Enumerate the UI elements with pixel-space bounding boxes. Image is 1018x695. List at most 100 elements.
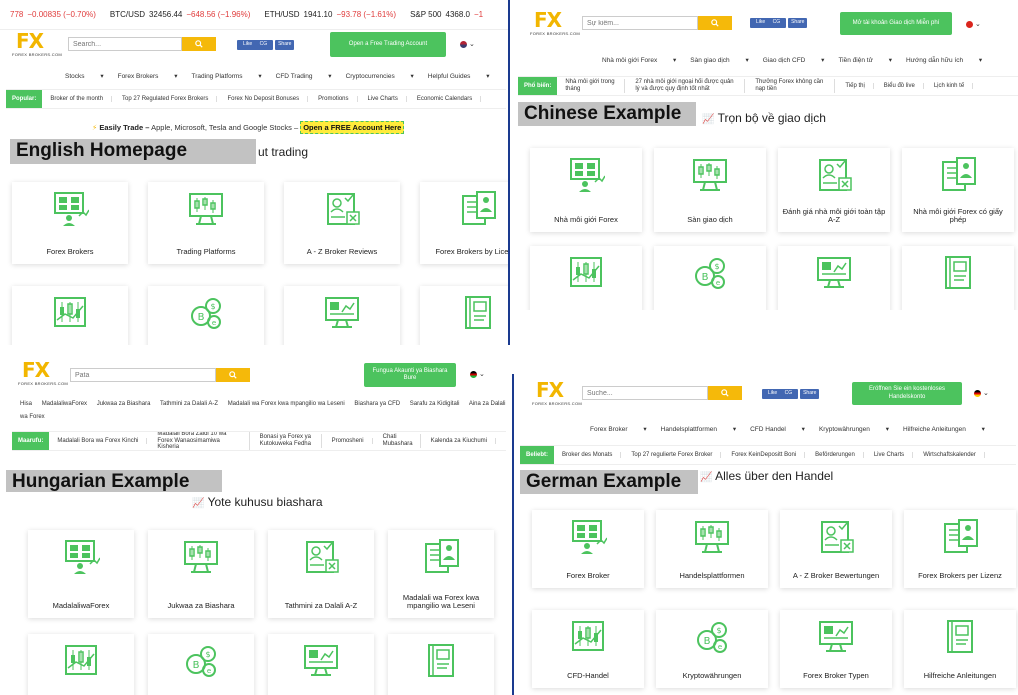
language-selector[interactable]: ⌄ xyxy=(974,389,989,397)
nav-item[interactable]: Helpful Guides ▾ xyxy=(428,72,490,80)
language-selector[interactable]: ⌄ xyxy=(460,40,475,48)
nav-item[interactable]: Hướng dẫn hữu ích ▾ xyxy=(906,56,982,64)
popular-link[interactable]: Top 27 Regulated Forex Brokers xyxy=(122,95,218,103)
popular-link[interactable]: Live Charts xyxy=(368,95,407,103)
facebook-like-button[interactable]: Like CG xyxy=(762,389,799,399)
category-card[interactable]: Nhà môi giới Forex xyxy=(530,148,642,232)
popular-link[interactable]: Madalali Bora wa Forex Kinchi xyxy=(57,437,148,445)
popular-link[interactable]: Tiếp thị xyxy=(845,82,874,90)
category-card[interactable]: Trading Platforms xyxy=(148,182,264,264)
nav-item[interactable]: Handelsplattformen ▾ xyxy=(661,425,736,433)
search-button[interactable] xyxy=(182,37,216,51)
nav-item[interactable]: MadalaliwaForex xyxy=(42,401,87,407)
nav-item[interactable]: Giao dịch CFD ▾ xyxy=(763,56,825,64)
search-input[interactable] xyxy=(68,37,182,51)
category-card[interactable]: Sàn giao dịch xyxy=(654,148,766,232)
site-logo[interactable]: FX FOREX BROKERS.COM xyxy=(530,8,580,38)
ticker-item[interactable]: 778 −0.00835 (−0.70%) xyxy=(10,10,96,19)
ticker-item[interactable]: S&P 500 4368.0 −1 xyxy=(410,10,483,19)
category-card[interactable]: Biashara ya CFD xyxy=(28,634,134,695)
popular-link[interactable]: Kalenda za Kiuchumi xyxy=(431,437,496,445)
share-button[interactable]: Share xyxy=(800,389,820,399)
category-card[interactable]: Jukwaa za Biashara xyxy=(148,530,254,618)
popular-link[interactable]: Bonasi ya Forex ya Kutokuweka Fedha xyxy=(260,434,322,448)
popular-link[interactable]: Beförderungen xyxy=(815,451,864,459)
category-card[interactable]: CFD-Handel xyxy=(532,610,644,688)
popular-link[interactable]: Wirtschaftskalender xyxy=(923,451,985,459)
nav-item[interactable]: CFD Handel ▾ xyxy=(750,425,805,433)
site-logo[interactable]: FX FOREX BROKERS.COM xyxy=(532,378,582,408)
search-input[interactable] xyxy=(582,16,698,30)
popular-link[interactable]: Economic Calendars xyxy=(417,95,482,103)
search-button[interactable] xyxy=(216,368,250,382)
category-card[interactable]: Nhà môi giới Forex có giấy phép xyxy=(902,148,1014,232)
nav-item[interactable]: Sàn giao dịch ▾ xyxy=(690,56,748,64)
nav-item[interactable]: Stocks ▾ xyxy=(65,72,104,80)
popular-link[interactable]: Promotions xyxy=(318,95,358,103)
nav-item[interactable]: Tathmini za Dalali A-Z xyxy=(160,401,218,407)
nav-item[interactable]: Cryptocurrencies ▾ xyxy=(346,72,414,80)
category-card[interactable]: Aina za Dalali wa Forex xyxy=(268,634,374,695)
search-input[interactable] xyxy=(582,386,708,400)
popular-link[interactable]: Lịch kinh tế xyxy=(934,82,974,90)
category-card[interactable]: Giao dịch CFD xyxy=(530,246,642,310)
share-button[interactable]: Share xyxy=(275,40,295,50)
category-card[interactable]: B$eSarafu za Kidigitali xyxy=(148,634,254,695)
popular-link[interactable]: Thưởng Forex không cần nạp tiền xyxy=(755,79,836,93)
popular-link[interactable]: Biểu đồ live xyxy=(884,82,924,90)
category-card[interactable]: Forex Broker Typen xyxy=(780,610,892,688)
open-free-account-link[interactable]: Open a FREE Account Here xyxy=(300,121,405,134)
category-card[interactable]: CFD Trading xyxy=(12,286,128,345)
popular-link[interactable]: Forex KeinDepositt Boni xyxy=(731,451,806,459)
category-card[interactable]: Forex Broker xyxy=(532,510,644,588)
facebook-like-button[interactable]: Like CG xyxy=(237,40,274,50)
search-button[interactable] xyxy=(708,386,742,400)
popular-link[interactable]: 27 nhà môi giới ngoại hối được quản lý v… xyxy=(635,79,746,93)
nav-item[interactable]: Forex Brokers ▾ xyxy=(118,72,178,80)
category-card[interactable]: MadalaliwaForex xyxy=(28,530,134,618)
popular-link[interactable]: Promosheni xyxy=(332,437,373,445)
ticker-item[interactable]: BTC/USD 32456.44 −648.56 (−1.96%) xyxy=(110,10,251,19)
popular-link[interactable]: Top 27 regulierte Forex Broker xyxy=(631,451,722,459)
category-card[interactable]: Phân loại nhà môi giới xyxy=(778,246,890,310)
popular-link[interactable]: Broker of the month xyxy=(50,95,113,103)
category-card[interactable]: Hilfreiche Anleitungen xyxy=(904,610,1016,688)
search-input[interactable] xyxy=(70,368,216,382)
nav-item[interactable]: Kryptowährungen ▾ xyxy=(819,425,889,433)
site-logo[interactable]: FX FOREX BROKERS.COM xyxy=(18,358,68,388)
nav-item[interactable]: CFD Trading ▾ xyxy=(276,72,332,80)
nav-item[interactable]: Sarafu za Kidigitali xyxy=(410,401,460,407)
category-card[interactable]: Madalali wa Forex kwa mpangilio wa Lesen… xyxy=(388,530,494,618)
popular-link[interactable]: Chati Mubashara xyxy=(383,434,421,448)
site-logo[interactable]: FX FOREX BROKERS.COM xyxy=(12,29,62,59)
popular-link[interactable]: Broker des Monats xyxy=(562,451,622,459)
category-card[interactable]: B $ e Kryptowährungen xyxy=(656,610,768,688)
category-card[interactable]: Forex Broker Types xyxy=(284,286,400,345)
language-selector[interactable]: ⌄ xyxy=(966,20,981,28)
facebook-like-button[interactable]: Like CG xyxy=(750,18,787,28)
category-card[interactable]: Forex Brokers by License xyxy=(420,182,508,264)
popular-link[interactable]: Forex No Deposit Bonuses xyxy=(227,95,309,103)
category-card[interactable]: Mlongozo xyxy=(388,634,494,695)
share-button[interactable]: Share xyxy=(788,18,808,28)
category-card[interactable]: Forex Brokers xyxy=(12,182,128,264)
category-card[interactable]: A - Z Broker Reviews xyxy=(284,182,400,264)
language-selector[interactable]: ⌄ xyxy=(470,370,485,378)
nav-item[interactable]: Jukwaa za Biashara xyxy=(97,401,151,407)
category-card[interactable]: A - Z Broker Bewertungen xyxy=(780,510,892,588)
open-account-button[interactable]: Eröffnen Sie ein kostenloses Handelskont… xyxy=(852,382,962,405)
popular-link[interactable]: Nhà môi giới trong tháng xyxy=(565,79,626,93)
category-card[interactable]: B$eCryptocurrencies xyxy=(148,286,264,345)
nav-item[interactable]: Tiền điện tử ▾ xyxy=(838,56,892,64)
popular-link[interactable]: Madalali Bora Zaidi 10 wa Forex Wanaosim… xyxy=(157,432,250,450)
nav-item[interactable]: Trading Platforms ▾ xyxy=(192,72,262,80)
category-card[interactable]: Forex Brokers per Lizenz xyxy=(904,510,1016,588)
open-account-button[interactable]: Open a Free Trading Account xyxy=(330,32,446,57)
nav-item[interactable]: Madalali wa Forex kwa mpangilio wa Lesen… xyxy=(228,401,345,407)
ticker-item[interactable]: ETH/USD 1941.10 −93.78 (−1.61%) xyxy=(264,10,396,19)
category-card[interactable]: Tathmini za Dalali A-Z xyxy=(268,530,374,618)
nav-item[interactable]: Nhà môi giới Forex ▾ xyxy=(602,56,676,64)
nav-item[interactable]: Hilfreiche Anleitungen ▾ xyxy=(903,425,985,433)
category-card[interactable]: Helpful Guides xyxy=(420,286,508,345)
popular-link[interactable]: Live Charts xyxy=(874,451,914,459)
